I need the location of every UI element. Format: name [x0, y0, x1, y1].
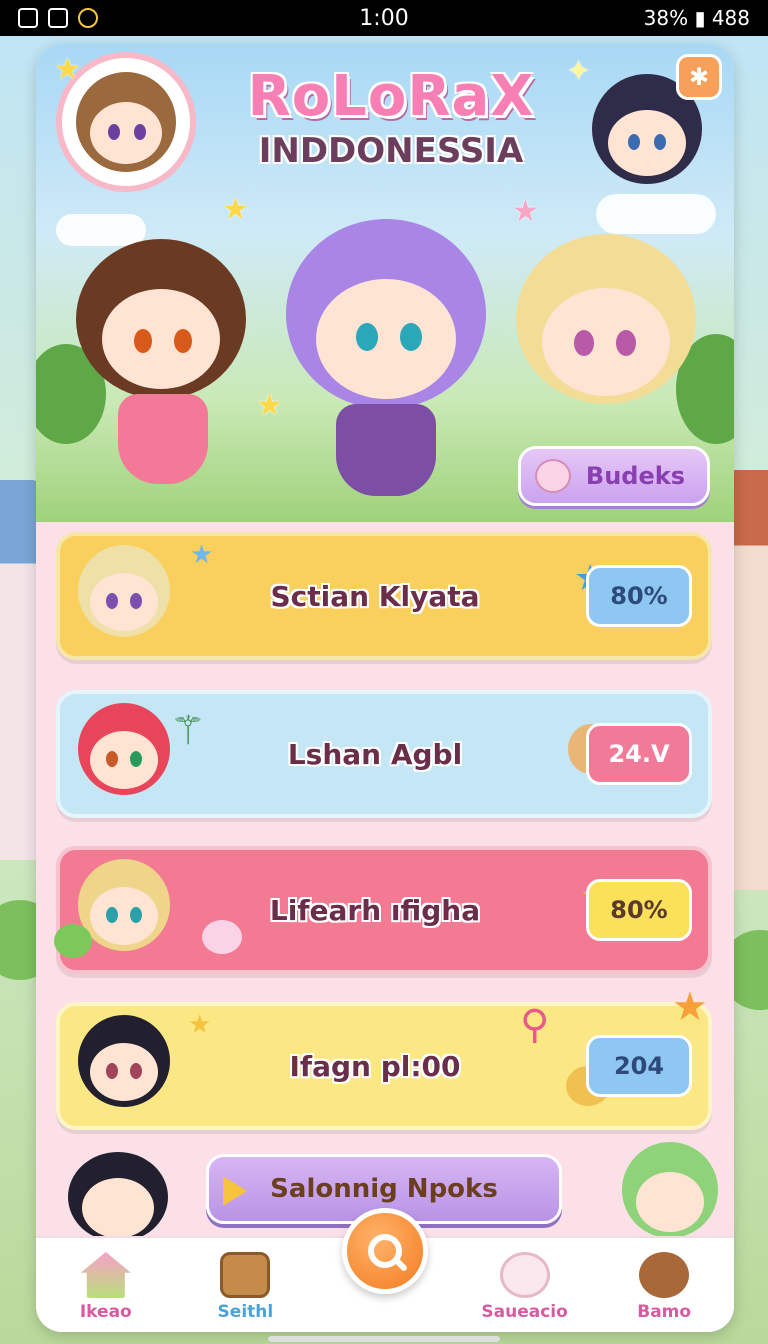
progress-badge: 80%: [586, 565, 692, 627]
primary-action-label: Salonnig Npoks: [270, 1174, 498, 1204]
progress-badge: 80%: [586, 879, 692, 941]
background-house-left: [0, 480, 40, 860]
progress-badge: 24.V: [586, 723, 692, 785]
notification-icon: [18, 8, 38, 28]
frog-icon: [54, 924, 92, 958]
home-icon: [80, 1252, 131, 1298]
star-icon: ★: [222, 192, 249, 227]
list-item[interactable]: ★ Ifagn pl:00 ⚲ 204 ★: [56, 984, 712, 1130]
row-title: Sctian Klyata: [270, 579, 480, 613]
search-icon: [368, 1234, 402, 1268]
star-icon: ★: [256, 388, 283, 423]
logo-subtitle: INDDONESSIA: [258, 131, 524, 171]
hero-character-brown: [76, 239, 246, 399]
background-house-right: [728, 470, 768, 890]
decor-character-left: [68, 1152, 168, 1242]
row-title: Lshan Agbl: [287, 737, 463, 771]
star-icon: ★: [190, 540, 214, 570]
bear-icon: [639, 1252, 690, 1298]
logo-title: RoLoRaX: [247, 64, 535, 129]
nav-item-bear[interactable]: Bamo: [594, 1236, 734, 1332]
play-icon: [223, 1176, 247, 1206]
star-icon: ★: [54, 52, 81, 87]
nav-item-home[interactable]: Ikeao: [36, 1236, 176, 1332]
status-time: 1:00: [359, 5, 409, 31]
list-item[interactable]: ★ Sctian Klyata ★ 80%: [56, 532, 712, 660]
app-card: ★ RoLoRaX INDDONESSIA ✱ ✦ ★ ★ ★ Budeks ★…: [36, 44, 734, 1332]
list-item[interactable]: Lifearh ıfigha ★ 80%: [54, 846, 712, 974]
chest-icon: [220, 1252, 271, 1298]
nav-item-chest[interactable]: Seithl: [176, 1236, 316, 1332]
search-button[interactable]: [342, 1208, 428, 1294]
wand-icon: ⚲: [520, 1002, 550, 1048]
status-battery: 38% ▮ 488: [643, 6, 750, 30]
list-item[interactable]: ⚚ Lshan Agbl 24.V: [56, 690, 712, 818]
row-character-avatar: [74, 1011, 174, 1121]
hero-character-purple: [286, 219, 486, 409]
wand-icon: ⚚: [170, 708, 206, 754]
bottom-navigation: Ikeao Seithl Saueacio Bamo: [36, 1208, 734, 1332]
status-notification-icons: [18, 8, 278, 28]
bunny-icon: [535, 459, 571, 493]
star-icon: ★: [188, 1010, 212, 1040]
budeks-button[interactable]: Budeks: [518, 446, 710, 506]
nav-label: Ikeao: [79, 1302, 132, 1322]
nav-item-bunny[interactable]: Saueacio: [455, 1236, 595, 1332]
nav-label: Saueacio: [481, 1302, 568, 1322]
row-character-avatar: [74, 699, 174, 809]
progress-badge: 204: [586, 1035, 692, 1097]
notification-icon: [48, 8, 68, 28]
cloud: [596, 194, 716, 234]
notification-icon: [78, 8, 98, 28]
app-logo: RoLoRaX INDDONESSIA: [226, 64, 556, 171]
star-icon: ★: [672, 984, 708, 1030]
star-icon: ✦: [566, 54, 592, 89]
home-indicator[interactable]: [268, 1336, 500, 1342]
row-character-avatar: [74, 541, 174, 651]
row-title: Ifagn pl:00: [289, 1049, 461, 1083]
budeks-label: Budeks: [585, 462, 685, 490]
settings-button[interactable]: ✱: [676, 54, 722, 100]
nav-label: Seithl: [217, 1302, 274, 1322]
star-icon: ★: [512, 194, 539, 229]
row-title: Lifearh ıfigha: [269, 893, 481, 927]
quest-list: ★ Sctian Klyata ★ 80% ⚚ Lshan Agbl 24.V: [36, 522, 734, 1242]
hero-banner: ★ RoLoRaX INDDONESSIA ✱ ✦ ★ ★ ★ Budeks: [36, 44, 734, 522]
settings-icon: ✱: [688, 63, 710, 91]
avatar-character: [76, 72, 176, 172]
cloud: [56, 214, 146, 246]
hero-character-blonde: [516, 234, 696, 404]
hero-character-brown-body: [118, 394, 208, 484]
hero-character-purple-body: [336, 404, 436, 496]
bunny-icon: [499, 1252, 550, 1298]
decor-character-right: [622, 1142, 718, 1238]
nav-label: Bamo: [637, 1302, 692, 1322]
status-bar: 1:00 38% ▮ 488: [0, 0, 768, 36]
